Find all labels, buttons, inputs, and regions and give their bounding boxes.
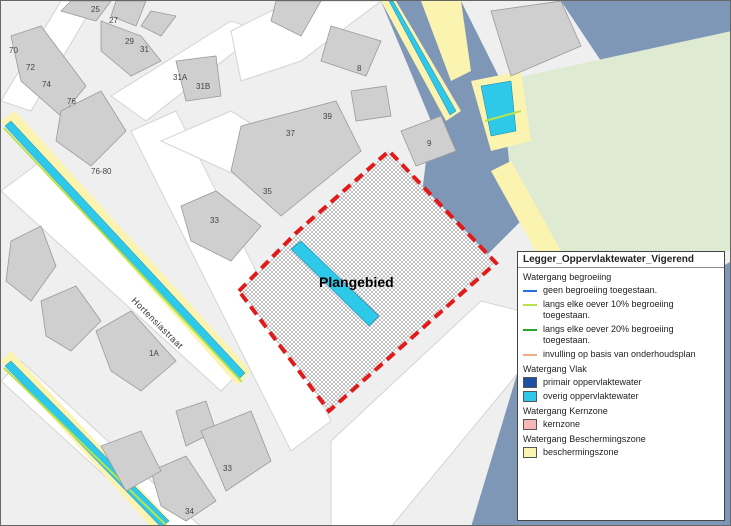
house-number: 1A xyxy=(149,349,159,358)
house-number: 37 xyxy=(286,129,295,138)
legend-item: kernzone xyxy=(523,419,719,430)
house-number: 35 xyxy=(263,187,272,196)
legend-item-label: geen begroeiing toegestaan. xyxy=(543,285,658,295)
legend-item-label: invulling op basis van onderhoudsplan xyxy=(543,349,696,359)
legend-group-title: Watergang begroeiing xyxy=(523,272,612,282)
legend-item-label: langs elke oever 20% begroeiing toegesta… xyxy=(543,324,674,345)
house-number: 72 xyxy=(26,63,35,72)
legend-group-title: Watergang Kernzone xyxy=(523,406,608,416)
house-number: 33 xyxy=(223,464,232,473)
legend-item: langs elke oever 10% begroeiing toegesta… xyxy=(523,299,719,321)
house-number: 25 xyxy=(91,5,100,14)
legend-item: geen begroeiing toegestaan. xyxy=(523,285,719,296)
house-number: 70 xyxy=(9,46,18,55)
house-number: 8 xyxy=(357,64,362,73)
map-view[interactable]: 25 27 29 31 70 72 74 76 31A 31B 8 37 39 … xyxy=(0,0,731,526)
legend-item: langs elke oever 20% begroeiing toegesta… xyxy=(523,324,719,346)
legend-fill-symbol xyxy=(523,419,537,430)
legend-item-label: kernzone xyxy=(543,419,581,429)
legend-line-symbol xyxy=(523,285,537,296)
legend-item: beschermingszone xyxy=(523,447,719,458)
legend-group-title: Watergang Beschermingszone xyxy=(523,434,646,444)
legend-group: Watergang begroeiing geen begroeiing toeg… xyxy=(523,272,719,360)
legend-item: primair oppervlaktewater xyxy=(523,377,719,388)
legend-item: invulling op basis van onderhoudsplan xyxy=(523,349,719,360)
legend-item-label: primair oppervlaktewater xyxy=(543,377,642,387)
legend-item-label: overig oppervlaktewater xyxy=(543,391,639,401)
legend-group-title: Watergang Vlak xyxy=(523,364,587,374)
house-number: 76-80 xyxy=(91,167,112,176)
legend-item-label: langs elke oever 10% begroeiing toegesta… xyxy=(543,299,674,320)
legend-title: Legger_Oppervlaktewater_Vigerend xyxy=(518,254,724,268)
legend-fill-symbol xyxy=(523,447,537,458)
legend-line-symbol xyxy=(523,324,537,335)
legend-item: overig oppervlaktewater xyxy=(523,391,719,402)
legend-item-label: beschermingszone xyxy=(543,447,619,457)
legend-line-symbol xyxy=(523,299,537,310)
house-number: 31 xyxy=(140,45,149,54)
house-number: 9 xyxy=(427,139,432,148)
house-number: 33 xyxy=(210,216,219,225)
legend-groups: Watergang begroeiing geen begroeiing toeg… xyxy=(523,272,719,458)
house-number: 39 xyxy=(323,112,332,121)
legend-line-symbol xyxy=(523,349,537,360)
house-number: 74 xyxy=(42,80,51,89)
plangebied-label: Plangebied xyxy=(319,274,394,290)
map-legend: Legger_Oppervlaktewater_Vigerend Waterga… xyxy=(517,251,725,521)
house-number: 34 xyxy=(185,507,194,516)
legend-fill-symbol xyxy=(523,391,537,402)
legend-fill-symbol xyxy=(523,377,537,388)
house-number: 27 xyxy=(109,16,118,25)
house-number: 31A xyxy=(173,73,188,82)
legend-group: Watergang Kernzone kernzone xyxy=(523,406,719,430)
house-number: 31B xyxy=(196,82,210,91)
legend-group: Watergang Vlak primair oppervlaktewater ov… xyxy=(523,364,719,402)
house-number: 29 xyxy=(125,37,134,46)
house-number: 76 xyxy=(67,97,76,106)
legend-group: Watergang Beschermingszone beschermingszo… xyxy=(523,434,719,458)
